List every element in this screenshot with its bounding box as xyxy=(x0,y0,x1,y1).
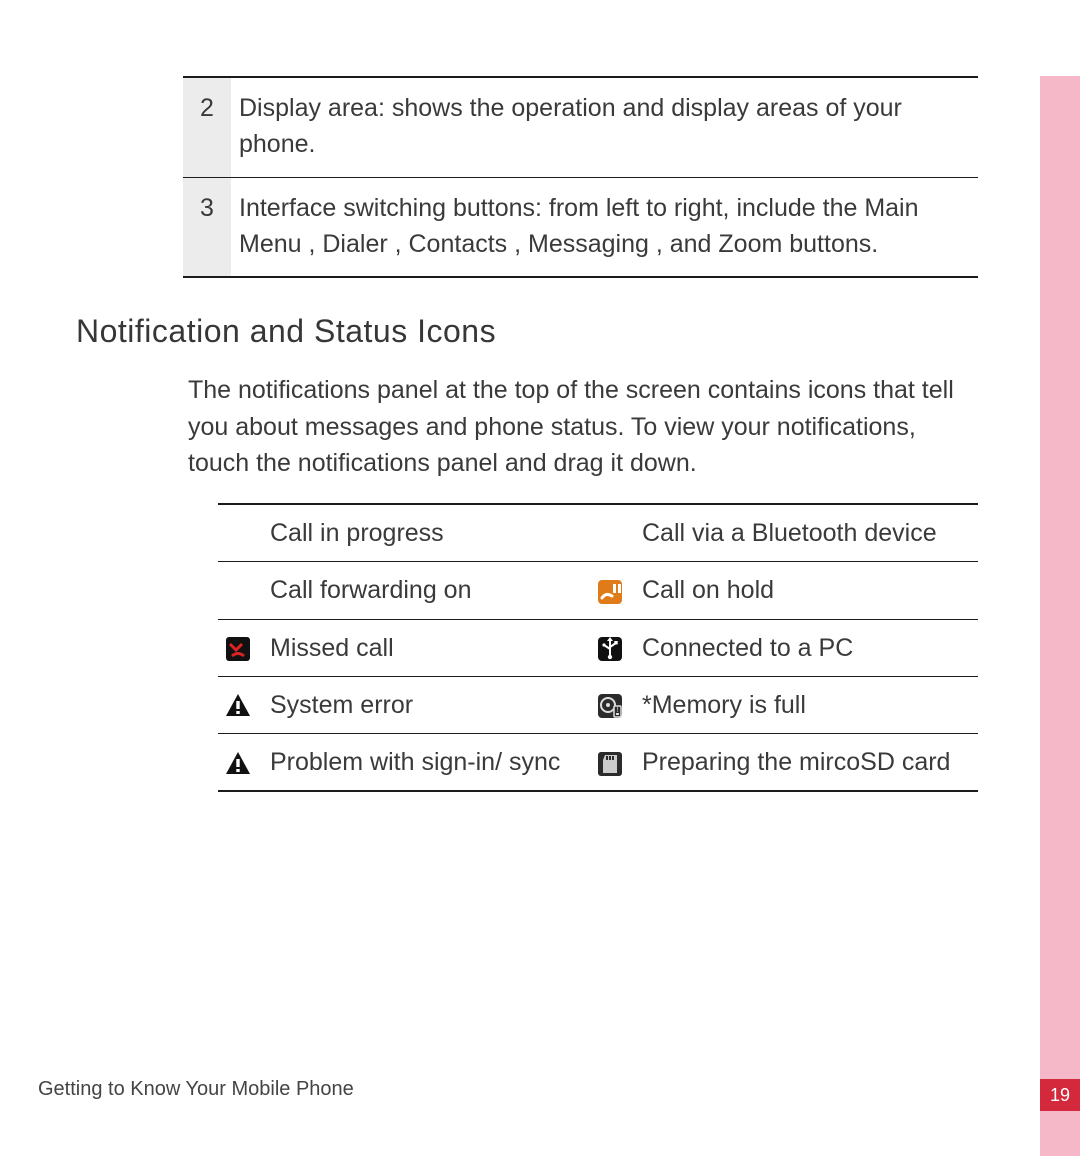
left-text-cell: Problem with sign-in/ sync xyxy=(264,734,590,792)
table-row: Call in progress Call via a Bluetooth dev… xyxy=(218,504,978,562)
blank-icon xyxy=(224,578,252,606)
right-icon-cell xyxy=(590,619,636,676)
sd-icon xyxy=(596,750,624,778)
usb-icon xyxy=(596,635,624,663)
numbered-description-table: 2Display area: shows the operation and d… xyxy=(183,76,978,278)
table-row: System error *Memory is full xyxy=(218,676,978,733)
right-text-cell: Call via a Bluetooth device xyxy=(636,504,978,562)
warning-icon xyxy=(224,750,252,778)
left-icon-cell xyxy=(218,504,264,562)
table-row: 2Display area: shows the operation and d… xyxy=(183,77,978,177)
page-number: 19 xyxy=(1040,1079,1080,1111)
blank-icon xyxy=(224,521,252,549)
left-icon-cell xyxy=(218,734,264,792)
section-body: The notifications panel at the top of th… xyxy=(188,372,978,481)
row-number: 2 xyxy=(183,77,231,177)
warning-icon xyxy=(224,692,252,720)
row-text: Interface switching buttons: from left t… xyxy=(231,177,978,277)
page-accent-strip xyxy=(1040,76,1080,1156)
row-number: 3 xyxy=(183,177,231,277)
row-text: Display area: shows the operation and di… xyxy=(231,77,978,177)
right-icon-cell xyxy=(590,676,636,733)
left-icon-cell xyxy=(218,562,264,619)
left-icon-cell xyxy=(218,676,264,733)
right-text-cell: Preparing the mircoSD card xyxy=(636,734,978,792)
right-icon-cell xyxy=(590,562,636,619)
left-text-cell: System error xyxy=(264,676,590,733)
left-text-cell: Call in progress xyxy=(264,504,590,562)
left-icon-cell xyxy=(218,619,264,676)
table-row: Call forwarding on Call on hold xyxy=(218,562,978,619)
missed-call-icon xyxy=(224,635,252,663)
left-text-cell: Missed call xyxy=(264,619,590,676)
right-text-cell: Connected to a PC xyxy=(636,619,978,676)
table-row: 3Interface switching buttons: from left … xyxy=(183,177,978,277)
right-icon-cell xyxy=(590,504,636,562)
section-title: Notification and Status Icons xyxy=(76,308,1010,354)
right-icon-cell xyxy=(590,734,636,792)
call-hold-icon xyxy=(596,578,624,606)
table-row: Problem with sign-in/ sync Preparing the … xyxy=(218,734,978,792)
table-row: Missed call Connected to a PC xyxy=(218,619,978,676)
right-text-cell: Call on hold xyxy=(636,562,978,619)
disk-icon xyxy=(596,692,624,720)
blank-icon xyxy=(596,521,624,549)
right-text-cell: *Memory is full xyxy=(636,676,978,733)
footer-chapter-title: Getting to Know Your Mobile Phone xyxy=(38,1075,354,1104)
status-icons-table: Call in progress Call via a Bluetooth dev… xyxy=(218,503,978,792)
left-text-cell: Call forwarding on xyxy=(264,562,590,619)
